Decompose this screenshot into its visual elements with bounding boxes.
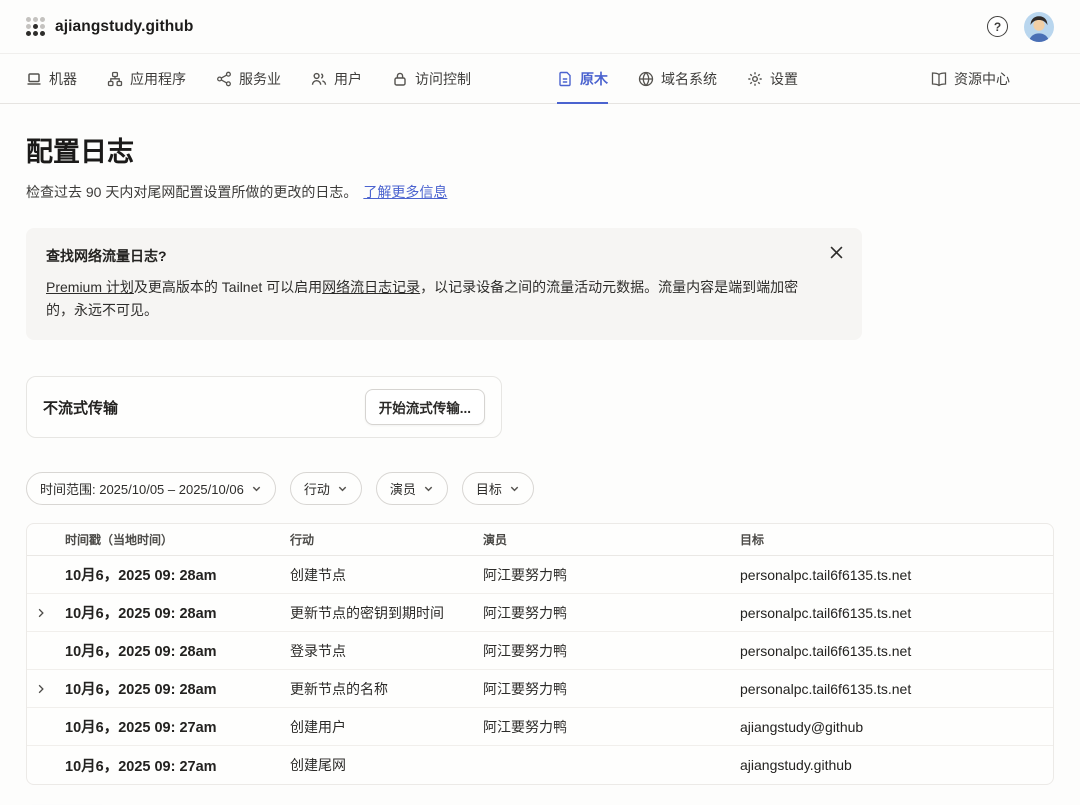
table-row[interactable]: 10月6，2025 09: 28am 更新节点的名称 阿江要努力鸭 person…	[27, 670, 1053, 708]
nav-label: 机器	[49, 69, 77, 89]
log-target: personalpc.tail6f6135.ts.net	[740, 643, 1053, 659]
action-filter[interactable]: 行动	[290, 472, 362, 505]
main-nav: 机器 应用程序 服务业 用户 访问控制 原木 域名系统 设置 资源中心	[0, 54, 1080, 104]
log-target: personalpc.tail6f6135.ts.net	[740, 567, 1053, 583]
log-action: 更新节点的密钥到期时间	[290, 603, 483, 623]
nav-item-apps[interactable]: 应用程序	[107, 54, 186, 103]
streaming-status: 不流式传输	[43, 397, 118, 418]
book-icon	[931, 71, 947, 87]
lock-icon	[392, 71, 408, 87]
chevron-down-icon	[423, 483, 434, 494]
top-bar: ajiangstudy.github ?	[0, 0, 1080, 54]
log-target: ajiangstudy@github	[740, 719, 1053, 735]
tailscale-logo-icon	[26, 17, 45, 36]
learn-more-link[interactable]: 了解更多信息	[363, 184, 447, 200]
time-range-label: 时间范围: 2025/10/05 – 2025/10/06	[40, 479, 244, 498]
services-icon	[216, 71, 232, 87]
users-icon	[311, 71, 327, 87]
banner-text-1: 及更高版本的 Tailnet 可以启用	[134, 279, 322, 295]
premium-plan-link[interactable]: Premium 计划	[46, 279, 134, 295]
target-filter-label: 目标	[476, 479, 502, 498]
nav-label: 应用程序	[130, 69, 186, 89]
nav-item-users[interactable]: 用户	[311, 54, 362, 103]
apps-icon	[107, 71, 123, 87]
nav-item-resources[interactable]: 资源中心	[931, 54, 1010, 103]
log-timestamp: 10月6，2025 09: 28am	[65, 564, 290, 585]
nav-item-services[interactable]: 服务业	[216, 54, 281, 103]
log-actor: 阿江要努力鸭	[483, 641, 740, 661]
nav-label: 用户	[334, 69, 362, 89]
chevron-down-icon	[509, 483, 520, 494]
network-flow-banner: 查找网络流量日志? Premium 计划及更高版本的 Tailnet 可以启用网…	[26, 228, 862, 340]
streaming-card: 不流式传输 开始流式传输...	[26, 376, 502, 438]
log-action: 更新节点的名称	[290, 679, 483, 699]
globe-icon	[638, 71, 654, 87]
network-flow-logging-link[interactable]: 网络流日志记录	[322, 279, 420, 295]
actor-filter-label: 演员	[390, 479, 416, 498]
time-range-filter[interactable]: 时间范围: 2025/10/05 – 2025/10/06	[26, 472, 276, 505]
actor-filter[interactable]: 演员	[376, 472, 448, 505]
close-icon[interactable]	[826, 242, 846, 262]
log-actor: 阿江要努力鸭	[483, 565, 740, 585]
log-actor: 阿江要努力鸭	[483, 717, 740, 737]
expand-chevron-icon[interactable]	[35, 683, 47, 695]
page-title: 配置日志	[26, 130, 1054, 169]
nav-item-dns[interactable]: 域名系统	[638, 54, 717, 103]
table-row[interactable]: 10月6，2025 09: 27am 创建尾网 ajiangstudy.gith…	[27, 746, 1053, 784]
log-target: ajiangstudy.github	[740, 757, 1053, 773]
logs-icon	[557, 71, 573, 87]
log-timestamp: 10月6，2025 09: 28am	[65, 640, 290, 661]
gear-icon	[747, 71, 763, 87]
machines-icon	[26, 71, 42, 87]
log-action: 创建用户	[290, 717, 483, 737]
log-timestamp: 10月6，2025 09: 28am	[65, 602, 290, 623]
table-row[interactable]: 10月6，2025 09: 28am 登录节点 阿江要努力鸭 personalp…	[27, 632, 1053, 670]
col-header-target: 目标	[740, 531, 1053, 548]
start-streaming-button[interactable]: 开始流式传输...	[365, 389, 485, 425]
log-table-body: 10月6，2025 09: 28am 创建节点 阿江要努力鸭 personalp…	[27, 556, 1053, 784]
log-action: 创建节点	[290, 565, 483, 585]
help-icon[interactable]: ?	[987, 16, 1008, 37]
action-filter-label: 行动	[304, 479, 330, 498]
nav-label: 访问控制	[415, 69, 471, 89]
table-row[interactable]: 10月6，2025 09: 28am 更新节点的密钥到期时间 阿江要努力鸭 pe…	[27, 594, 1053, 632]
nav-label: 域名系统	[661, 69, 717, 89]
log-target: personalpc.tail6f6135.ts.net	[740, 605, 1053, 621]
table-header-row: 时间戳（当地时间） 行动 演员 目标	[27, 524, 1053, 556]
chevron-down-icon	[251, 483, 262, 494]
nav-item-logs[interactable]: 原木	[557, 54, 608, 103]
log-timestamp: 10月6，2025 09: 27am	[65, 716, 290, 737]
nav-item-settings[interactable]: 设置	[747, 54, 798, 103]
banner-title: 查找网络流量日志?	[46, 246, 816, 266]
log-action: 登录节点	[290, 641, 483, 661]
page-subtitle: 检查过去 90 天内对尾网配置设置所做的更改的日志。	[26, 184, 357, 200]
expand-chevron-icon[interactable]	[35, 607, 47, 619]
log-actor: 阿江要努力鸭	[483, 603, 740, 623]
nav-label: 设置	[770, 69, 798, 89]
log-timestamp: 10月6，2025 09: 28am	[65, 678, 290, 699]
avatar[interactable]	[1024, 12, 1054, 42]
table-row[interactable]: 10月6，2025 09: 28am 创建节点 阿江要努力鸭 personalp…	[27, 556, 1053, 594]
log-action: 创建尾网	[290, 755, 483, 775]
log-timestamp: 10月6，2025 09: 27am	[65, 755, 290, 776]
nav-item-access-controls[interactable]: 访问控制	[392, 54, 471, 103]
chevron-down-icon	[337, 483, 348, 494]
nav-label: 服务业	[239, 69, 281, 89]
log-target: personalpc.tail6f6135.ts.net	[740, 681, 1053, 697]
log-actor: 阿江要努力鸭	[483, 679, 740, 699]
banner-body: Premium 计划及更高版本的 Tailnet 可以启用网络流日志记录，以记录…	[46, 276, 816, 322]
col-header-action: 行动	[290, 531, 483, 548]
table-row[interactable]: 10月6，2025 09: 27am 创建用户 阿江要努力鸭 ajiangstu…	[27, 708, 1053, 746]
org-name: ajiangstudy.github	[55, 18, 193, 36]
nav-label: 原木	[580, 69, 608, 89]
filter-bar: 时间范围: 2025/10/05 – 2025/10/06 行动 演员 目标	[26, 472, 1054, 505]
nav-item-machines[interactable]: 机器	[26, 54, 77, 103]
col-header-actor: 演员	[483, 531, 740, 548]
nav-label: 资源中心	[954, 69, 1010, 89]
col-header-timestamp: 时间戳（当地时间）	[65, 531, 290, 548]
target-filter[interactable]: 目标	[462, 472, 534, 505]
config-log-table: 时间戳（当地时间） 行动 演员 目标 10月6，2025 09: 28am 创建…	[26, 523, 1054, 785]
